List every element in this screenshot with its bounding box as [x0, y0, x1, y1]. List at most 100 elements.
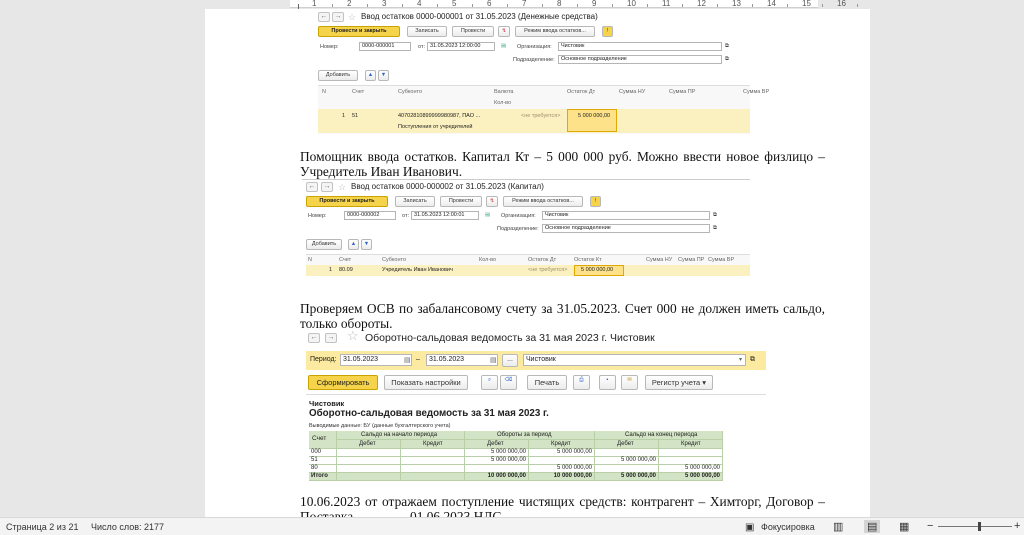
column-header: Сумма ПР: [669, 89, 696, 95]
email-icon: ✉: [621, 375, 638, 390]
table-cell: [337, 457, 401, 465]
period-label: Период:: [310, 356, 337, 363]
org-open-icon: ⧉: [713, 212, 717, 218]
org-open-icon: ⧉: [750, 356, 755, 363]
ruler-number: 5: [452, 0, 457, 8]
table-cell: [659, 449, 723, 457]
table-cell: [337, 473, 401, 481]
row-value: 5 000 000,00: [620, 457, 656, 463]
table-cell: [401, 465, 465, 473]
ruler-tick: [507, 4, 508, 7]
doc-title: Ввод остатков 0000-000002 от 31.05.2023 …: [351, 182, 544, 191]
column-header: Остаток Дт: [567, 89, 596, 95]
header-close: Сальдо на конец периода: [625, 432, 698, 438]
post-close-button: Провести и закрыть: [306, 196, 388, 207]
ruler-tick: [577, 4, 578, 7]
row-account: Итого: [311, 473, 328, 479]
row-value: 5 000 000,00: [490, 449, 526, 455]
row-debit: 5 000 000,00: [578, 113, 611, 119]
zoom-in-icon[interactable]: +: [1014, 520, 1020, 532]
save-button: Записать: [407, 26, 447, 37]
ruler-tick: [612, 4, 613, 7]
document-page[interactable]: ← → ☆ Ввод остатков 0000-000001 от 31.05…: [205, 9, 870, 517]
account-register-label: Регистр учета: [651, 378, 701, 387]
post-button: Провести: [440, 196, 482, 207]
row-value: 5 000 000,00: [684, 473, 720, 479]
ruler-tick: [857, 4, 858, 7]
column-header: N: [308, 257, 312, 263]
row-value: 5 000 000,00: [620, 473, 656, 479]
zoom-out-icon[interactable]: −: [927, 520, 933, 532]
add-button: Добавить: [318, 70, 358, 81]
table-cell: [595, 465, 659, 473]
ruler-number: 11: [662, 0, 671, 8]
row-account: 80: [311, 465, 318, 471]
ruler-tick: [402, 4, 403, 7]
ruler-number: 13: [732, 0, 741, 8]
number-label: Номер:: [308, 213, 327, 219]
table-cell: [401, 457, 465, 465]
row-value: 10 000 000,00: [487, 473, 526, 479]
ruler-tick: [752, 4, 753, 7]
dept-label: Подразделение:: [513, 57, 555, 63]
dept-field: Основное подразделение: [558, 55, 722, 64]
column-header: Кол-во: [494, 100, 512, 106]
word-count[interactable]: Число слов: 2177: [91, 522, 164, 532]
row-number: 1: [329, 267, 333, 273]
page-counter[interactable]: Страница 2 из 21: [6, 522, 78, 532]
ruler-number: 6: [487, 0, 492, 8]
post-button: Провести: [452, 26, 494, 37]
number-label: Номер:: [320, 44, 339, 50]
status-bar: Страница 2 из 21 Число слов: 2177 ▣ Фоку…: [0, 517, 1024, 535]
focus-icon[interactable]: ▣: [745, 522, 754, 533]
table-cell: [595, 449, 659, 457]
search-icon: ⌕: [481, 375, 498, 390]
back-arrow-icon: ←: [308, 333, 320, 343]
ruler-number: 4: [417, 0, 422, 8]
ruler-tick: [472, 4, 473, 7]
ruler-number: 16: [837, 0, 846, 8]
date-to-field: 31.05.2023: [426, 354, 498, 366]
web-layout-icon[interactable]: ▦: [899, 520, 909, 533]
org-field: Чистовик: [542, 211, 710, 220]
date-field: 31.05.2023 12:00:00: [427, 42, 495, 51]
forward-arrow-icon: →: [321, 182, 333, 192]
dept-field: Основное подразделение: [542, 224, 710, 233]
zoom-slider-thumb[interactable]: [978, 522, 981, 531]
zoom-slider[interactable]: [938, 526, 1012, 527]
osv-window-title: Оборотно-сальдовая ведомость за 31 мая 2…: [365, 332, 655, 344]
column-header: Валюта: [494, 89, 514, 95]
print-layout-icon[interactable]: ▤: [864, 520, 881, 533]
period-select-button: ...: [502, 354, 518, 367]
entry-mode-button: Режим ввода остатков...: [503, 196, 583, 207]
ruler-tick: [682, 4, 683, 7]
column-header: Сумма ВР: [743, 89, 770, 95]
move-down-icon: ▼: [361, 239, 372, 250]
column-header: Остаток Кт: [574, 257, 602, 263]
header-credit: Кредит: [681, 441, 701, 447]
ruler-number: 8: [557, 0, 562, 8]
ruler-tick: [717, 4, 718, 7]
row-subconto-2: Поступления от учредителей: [398, 124, 473, 130]
horizontal-ruler[interactable]: 1 2 3 4 5 6 7 8 9 10 11 12 13 14 15 16: [0, 0, 1024, 9]
header-account: Счет: [312, 435, 327, 442]
column-header: Кол-во: [479, 257, 497, 263]
column-header: Сумма НУ: [646, 257, 673, 263]
focus-mode-label[interactable]: Фокусировка: [761, 522, 815, 532]
column-header: Субконто: [382, 257, 407, 263]
show-settings-button: Показать настройки: [384, 375, 468, 390]
ruler-number: 10: [627, 0, 636, 8]
dept-open-icon: ⧉: [725, 56, 729, 62]
read-mode-icon[interactable]: ▥: [833, 520, 843, 533]
header-debit: Дебет: [617, 441, 634, 447]
table-cell: [529, 457, 595, 465]
dept-open-icon: ⧉: [713, 225, 717, 231]
report-title: Оборотно-сальдовая ведомость за 31 мая 2…: [309, 408, 549, 419]
forward-arrow-icon: →: [332, 12, 344, 22]
header-debit: Дебет: [359, 441, 376, 447]
header-turnover: Обороты за период: [497, 432, 552, 438]
row-subconto-1: 40702810899999980987, ПАО ...: [398, 113, 481, 119]
dropdown-arrow-icon: ▾: [739, 357, 743, 363]
forward-arrow-icon: →: [325, 333, 337, 343]
column-header: Счет: [339, 257, 352, 263]
